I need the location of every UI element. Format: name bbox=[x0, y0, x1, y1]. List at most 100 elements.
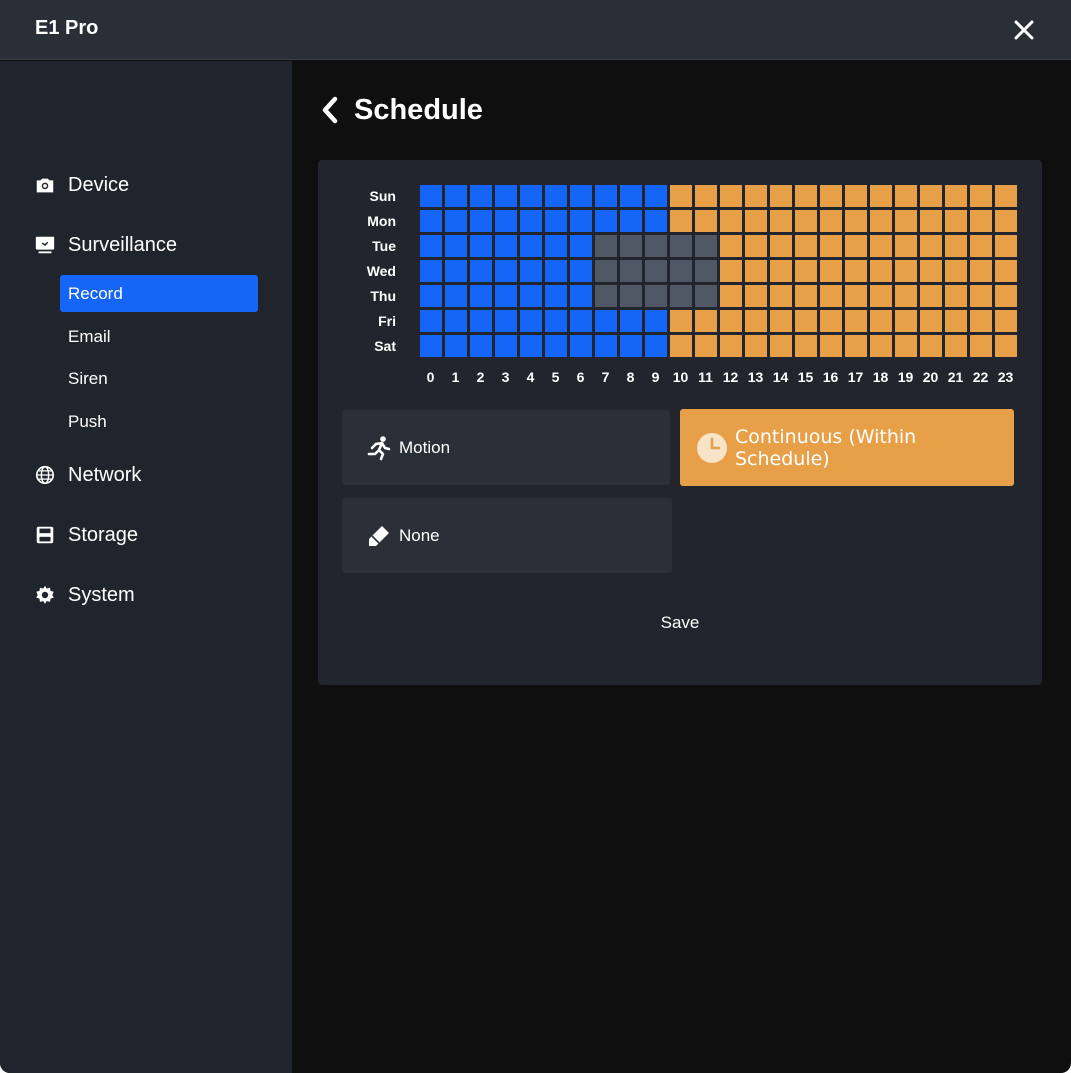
schedule-cell-fri-6[interactable] bbox=[570, 310, 592, 332]
schedule-cell-fri-2[interactable] bbox=[470, 310, 492, 332]
schedule-cell-mon-17[interactable] bbox=[845, 210, 867, 232]
schedule-cell-tue-17[interactable] bbox=[845, 235, 867, 257]
schedule-cell-thu-22[interactable] bbox=[970, 285, 992, 307]
sidebar-item-surveillance[interactable]: Surveillance bbox=[33, 230, 273, 260]
schedule-cell-thu-12[interactable] bbox=[720, 285, 742, 307]
sidebar-item-network[interactable]: Network bbox=[33, 460, 273, 490]
schedule-cell-mon-23[interactable] bbox=[995, 210, 1017, 232]
schedule-cell-thu-6[interactable] bbox=[570, 285, 592, 307]
schedule-cell-fri-0[interactable] bbox=[420, 310, 442, 332]
schedule-cell-tue-3[interactable] bbox=[495, 235, 517, 257]
schedule-cell-wed-2[interactable] bbox=[470, 260, 492, 282]
schedule-cell-thu-16[interactable] bbox=[820, 285, 842, 307]
schedule-cell-mon-20[interactable] bbox=[920, 210, 942, 232]
schedule-cell-tue-23[interactable] bbox=[995, 235, 1017, 257]
sidebar-subitem-email[interactable]: Email bbox=[60, 318, 258, 355]
schedule-cell-wed-6[interactable] bbox=[570, 260, 592, 282]
schedule-cell-fri-4[interactable] bbox=[520, 310, 542, 332]
schedule-cell-wed-4[interactable] bbox=[520, 260, 542, 282]
schedule-cell-wed-0[interactable] bbox=[420, 260, 442, 282]
schedule-cell-sat-4[interactable] bbox=[520, 335, 542, 357]
back-chevron-icon[interactable] bbox=[318, 95, 342, 125]
schedule-cell-sat-21[interactable] bbox=[945, 335, 967, 357]
schedule-cell-fri-23[interactable] bbox=[995, 310, 1017, 332]
schedule-cell-tue-8[interactable] bbox=[620, 235, 642, 257]
schedule-cell-fri-19[interactable] bbox=[895, 310, 917, 332]
schedule-cell-sun-7[interactable] bbox=[595, 185, 617, 207]
schedule-cell-sun-19[interactable] bbox=[895, 185, 917, 207]
schedule-cell-mon-8[interactable] bbox=[620, 210, 642, 232]
schedule-cell-sun-18[interactable] bbox=[870, 185, 892, 207]
schedule-cell-sun-23[interactable] bbox=[995, 185, 1017, 207]
schedule-cell-sat-10[interactable] bbox=[670, 335, 692, 357]
schedule-cell-thu-18[interactable] bbox=[870, 285, 892, 307]
continuous-mode-button[interactable]: Continuous (Within Schedule) bbox=[680, 409, 1014, 486]
schedule-cell-sun-9[interactable] bbox=[645, 185, 667, 207]
schedule-cell-tue-15[interactable] bbox=[795, 235, 817, 257]
schedule-cell-mon-21[interactable] bbox=[945, 210, 967, 232]
schedule-cell-mon-13[interactable] bbox=[745, 210, 767, 232]
schedule-cell-wed-10[interactable] bbox=[670, 260, 692, 282]
schedule-cell-sun-15[interactable] bbox=[795, 185, 817, 207]
sidebar-item-storage[interactable]: Storage bbox=[33, 520, 273, 550]
schedule-cell-fri-8[interactable] bbox=[620, 310, 642, 332]
schedule-cell-thu-4[interactable] bbox=[520, 285, 542, 307]
schedule-cell-sun-8[interactable] bbox=[620, 185, 642, 207]
schedule-cell-fri-16[interactable] bbox=[820, 310, 842, 332]
schedule-cell-thu-13[interactable] bbox=[745, 285, 767, 307]
schedule-cell-sat-23[interactable] bbox=[995, 335, 1017, 357]
schedule-cell-sun-16[interactable] bbox=[820, 185, 842, 207]
schedule-cell-tue-0[interactable] bbox=[420, 235, 442, 257]
schedule-cell-sat-7[interactable] bbox=[595, 335, 617, 357]
schedule-cell-wed-13[interactable] bbox=[745, 260, 767, 282]
schedule-cell-mon-19[interactable] bbox=[895, 210, 917, 232]
schedule-cell-tue-2[interactable] bbox=[470, 235, 492, 257]
schedule-cell-sat-0[interactable] bbox=[420, 335, 442, 357]
schedule-cell-thu-14[interactable] bbox=[770, 285, 792, 307]
schedule-cell-thu-9[interactable] bbox=[645, 285, 667, 307]
schedule-cell-tue-4[interactable] bbox=[520, 235, 542, 257]
close-button[interactable] bbox=[1008, 14, 1040, 46]
schedule-cell-fri-17[interactable] bbox=[845, 310, 867, 332]
save-button[interactable]: Save bbox=[618, 608, 742, 638]
schedule-cell-wed-18[interactable] bbox=[870, 260, 892, 282]
schedule-cell-sun-21[interactable] bbox=[945, 185, 967, 207]
schedule-cell-sat-9[interactable] bbox=[645, 335, 667, 357]
schedule-cell-thu-0[interactable] bbox=[420, 285, 442, 307]
schedule-cell-mon-22[interactable] bbox=[970, 210, 992, 232]
schedule-cell-sun-17[interactable] bbox=[845, 185, 867, 207]
schedule-cell-sun-13[interactable] bbox=[745, 185, 767, 207]
schedule-cell-tue-21[interactable] bbox=[945, 235, 967, 257]
schedule-cell-fri-5[interactable] bbox=[545, 310, 567, 332]
schedule-cell-sat-12[interactable] bbox=[720, 335, 742, 357]
schedule-cell-fri-21[interactable] bbox=[945, 310, 967, 332]
schedule-cell-mon-14[interactable] bbox=[770, 210, 792, 232]
schedule-cell-wed-14[interactable] bbox=[770, 260, 792, 282]
schedule-cell-sun-20[interactable] bbox=[920, 185, 942, 207]
schedule-cell-mon-0[interactable] bbox=[420, 210, 442, 232]
schedule-cell-thu-19[interactable] bbox=[895, 285, 917, 307]
schedule-cell-thu-5[interactable] bbox=[545, 285, 567, 307]
schedule-cell-mon-1[interactable] bbox=[445, 210, 467, 232]
schedule-cell-mon-16[interactable] bbox=[820, 210, 842, 232]
schedule-cell-fri-15[interactable] bbox=[795, 310, 817, 332]
schedule-cell-mon-9[interactable] bbox=[645, 210, 667, 232]
schedule-cell-tue-14[interactable] bbox=[770, 235, 792, 257]
schedule-cell-sun-6[interactable] bbox=[570, 185, 592, 207]
schedule-cell-sat-6[interactable] bbox=[570, 335, 592, 357]
schedule-cell-fri-3[interactable] bbox=[495, 310, 517, 332]
schedule-cell-fri-18[interactable] bbox=[870, 310, 892, 332]
schedule-cell-sat-16[interactable] bbox=[820, 335, 842, 357]
schedule-cell-mon-4[interactable] bbox=[520, 210, 542, 232]
schedule-cell-tue-11[interactable] bbox=[695, 235, 717, 257]
schedule-cell-wed-3[interactable] bbox=[495, 260, 517, 282]
sidebar-item-system[interactable]: System bbox=[33, 580, 273, 610]
schedule-cell-mon-18[interactable] bbox=[870, 210, 892, 232]
schedule-cell-fri-13[interactable] bbox=[745, 310, 767, 332]
schedule-cell-fri-20[interactable] bbox=[920, 310, 942, 332]
schedule-cell-thu-2[interactable] bbox=[470, 285, 492, 307]
schedule-cell-wed-9[interactable] bbox=[645, 260, 667, 282]
schedule-cell-sun-3[interactable] bbox=[495, 185, 517, 207]
schedule-cell-tue-12[interactable] bbox=[720, 235, 742, 257]
schedule-cell-thu-1[interactable] bbox=[445, 285, 467, 307]
